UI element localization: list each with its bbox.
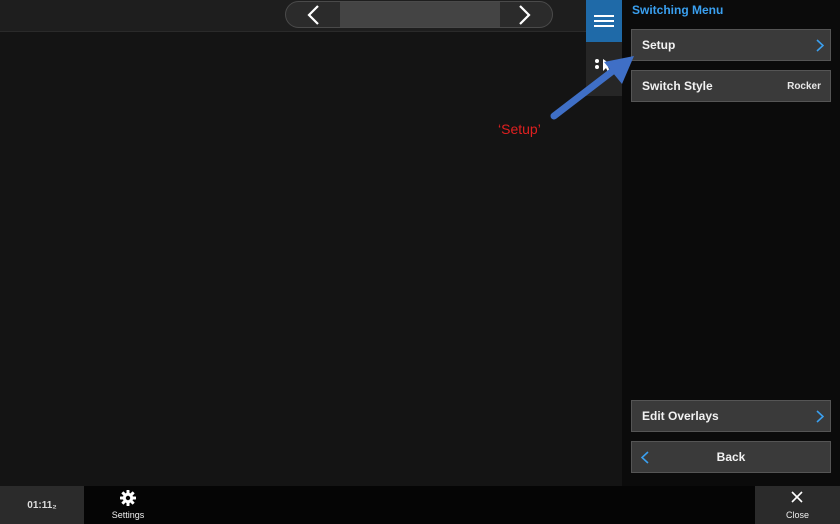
switch-style-label: Switch Style bbox=[642, 79, 713, 93]
close-button[interactable]: Close bbox=[755, 486, 840, 524]
chevron-right-icon bbox=[816, 410, 824, 423]
chevron-right-icon bbox=[519, 4, 531, 25]
previous-page-button[interactable] bbox=[286, 2, 340, 27]
page-track[interactable] bbox=[340, 2, 500, 27]
settings-label: Settings bbox=[111, 510, 145, 520]
settings-button[interactable]: Settings bbox=[100, 486, 156, 524]
switch-style-value: Rocker bbox=[787, 80, 821, 92]
annotation-arrow-icon bbox=[550, 56, 634, 120]
edit-overlays-label: Edit Overlays bbox=[642, 409, 719, 423]
next-page-button[interactable] bbox=[498, 2, 552, 27]
close-icon bbox=[791, 491, 803, 503]
close-label: Close bbox=[785, 510, 809, 520]
panel-title: Switching Menu bbox=[632, 3, 724, 17]
hamburger-icon bbox=[594, 15, 614, 27]
chevron-right-icon bbox=[816, 39, 824, 52]
setup-label: Setup bbox=[642, 38, 676, 52]
annotation-label: ‘Setup’ bbox=[498, 121, 541, 137]
edit-overlays-button[interactable]: Edit Overlays bbox=[631, 400, 831, 432]
setup-button[interactable]: Setup bbox=[631, 29, 831, 61]
back-button[interactable]: Back bbox=[631, 441, 831, 473]
back-label: Back bbox=[716, 450, 746, 464]
gear-icon bbox=[120, 490, 136, 506]
tab-menu[interactable] bbox=[586, 0, 622, 42]
top-bar bbox=[0, 0, 586, 32]
clock: 01:11₂ bbox=[0, 486, 84, 524]
switching-menu-panel: Switching Menu Setup Switch Style Rocker… bbox=[622, 0, 840, 486]
page-navigator bbox=[285, 1, 553, 28]
workspace-area bbox=[0, 32, 586, 486]
switch-style-button[interactable]: Switch Style Rocker bbox=[631, 70, 831, 102]
chevron-left-icon bbox=[307, 4, 319, 25]
bottom-bar: 01:11₂ Settings Close bbox=[0, 486, 840, 524]
